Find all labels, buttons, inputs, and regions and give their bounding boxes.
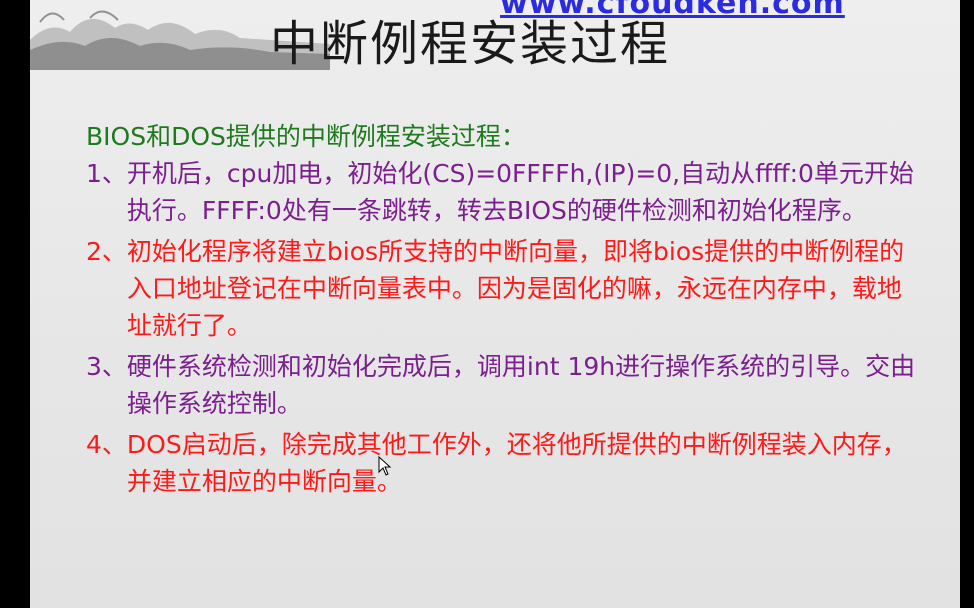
slide: www.cfoudken.com 中断例程安装过程 BIOS和DOS提供的中断例… — [30, 0, 960, 608]
list-item-number: 2、 — [86, 237, 127, 266]
list-item-number: 3、 — [86, 352, 127, 381]
list-item: 3、 硬件系统检测和初始化完成后，调用int 19h进行操作系统的引导。交由操作… — [86, 348, 922, 422]
list-item-text: DOS启动后，除完成其他工作外，还将他所提供的中断例程装入内存，并建立相应的中断… — [126, 430, 907, 496]
list-item: 2、 初始化程序将建立bios所支持的中断向量，即将bios提供的中断例程的入口… — [86, 233, 922, 344]
list-item-text: 硬件系统检测和初始化完成后，调用int 19h进行操作系统的引导。交由操作系统控… — [126, 352, 916, 418]
list-item: 1、 开机后，cpu加电，初始化(CS)=0FFFFh,(IP)=0,自动从ff… — [86, 155, 922, 229]
list-item-text: 初始化程序将建立bios所支持的中断向量，即将bios提供的中断例程的入口地址登… — [126, 237, 905, 340]
slide-content: BIOS和DOS提供的中断例程安装过程： 1、 开机后，cpu加电，初始化(CS… — [86, 118, 922, 504]
list-item-number: 1、 — [86, 159, 127, 188]
list-item-number: 4、 — [86, 430, 127, 459]
slide-subtitle: BIOS和DOS提供的中断例程安装过程： — [86, 122, 526, 151]
mouse-pointer-icon — [378, 456, 392, 476]
slide-title: 中断例程安装过程 — [270, 16, 671, 72]
list-item: 4、 DOS启动后，除完成其他工作外，还将他所提供的中断例程装入内存，并建立相应… — [86, 426, 922, 500]
list-item-text: 开机后，cpu加电，初始化(CS)=0FFFFh,(IP)=0,自动从ffff:… — [126, 159, 914, 225]
